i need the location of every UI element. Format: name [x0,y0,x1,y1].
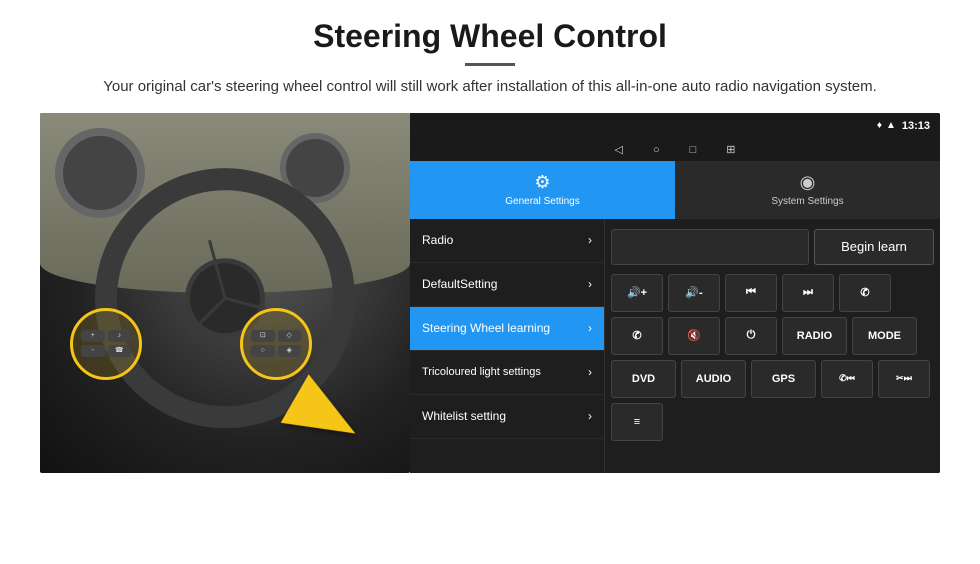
menu-whitelist-label: Whitelist setting [422,409,506,423]
radio-button[interactable]: RADIO [782,317,847,355]
menu-nav-icon[interactable]: ⊞ [726,143,735,156]
controls-row-4: ≡ [611,403,934,441]
menu-item-default[interactable]: DefaultSetting › [410,263,604,307]
android-panel: ♦ ▲ 13:13 ◁ ○ □ ⊞ ⚙ General Settings ◉ [410,113,940,473]
empty-input-box [611,229,809,265]
menu-steering-label: Steering Wheel learning [422,321,550,335]
menu-radio-chevron: › [588,233,592,247]
home-nav-icon[interactable]: ○ [653,144,660,156]
mode-button[interactable]: MODE [852,317,917,355]
left-button-cluster: + ♪ - ☎ [70,308,142,380]
mute-button[interactable]: 🔇 [668,317,720,355]
tab-general-settings[interactable]: ⚙ General Settings [410,161,675,219]
page-title: Steering Wheel Control [40,18,940,55]
location-icon: ♦ [877,120,882,131]
menu-tricoloured-label: Tricoloured light settings [422,365,541,379]
menu-item-radio[interactable]: Radio › [410,219,604,263]
dvd-button[interactable]: DVD [611,360,676,398]
menu-tricoloured-chevron: › [588,365,592,379]
system-settings-icon: ◉ [800,172,816,193]
list-icon-button[interactable]: ≡ [611,403,663,441]
cut-next-button[interactable]: ✂⏭ [878,360,930,398]
controls-row-3: DVD AUDIO GPS ✆⏮ ✂⏭ [611,360,934,398]
status-time: 13:13 [902,120,930,132]
controls-row-2: ✆ 🔇 ⏻ RADIO MODE [611,317,934,355]
main-content: Radio › DefaultSetting › Steering Wheel … [410,219,940,473]
menu-default-chevron: › [588,277,592,291]
menu-default-label: DefaultSetting [422,277,497,291]
title-section: Steering Wheel Control Your original car… [40,18,940,99]
tab-system-settings[interactable]: ◉ System Settings [675,161,940,219]
controls-row-1: 🔊+ 🔊- ⏮ ⏭ ✆ [611,274,934,312]
general-settings-icon: ⚙ [534,172,550,193]
nav-bar: ◁ ○ □ ⊞ [410,139,940,161]
menu-item-steering[interactable]: Steering Wheel learning › [410,307,604,351]
begin-learn-row: Begin learn [611,225,934,269]
menu-steering-chevron: › [588,321,592,335]
steering-wheel-image: + ♪ - ☎ ⊡ ◇ ○ ◈ [40,113,410,473]
settings-tabs: ⚙ General Settings ◉ System Settings [410,161,940,219]
begin-learn-button[interactable]: Begin learn [814,229,934,265]
right-button-cluster: ⊡ ◇ ○ ◈ [240,308,312,380]
menu-item-whitelist[interactable]: Whitelist setting › [410,395,604,439]
content-area: + ♪ - ☎ ⊡ ◇ ○ ◈ [40,113,940,473]
phone-prev-button[interactable]: ✆⏮ [821,360,873,398]
status-icons: ♦ ▲ [877,120,896,131]
back-nav-icon[interactable]: ◁ [615,143,623,156]
status-bar: ♦ ▲ 13:13 [410,113,940,139]
prev-track-button[interactable]: ⏮ [725,274,777,312]
title-divider [465,63,515,66]
menu-list: Radio › DefaultSetting › Steering Wheel … [410,219,605,473]
page-subtitle: Your original car's steering wheel contr… [40,76,940,99]
phone-button-1[interactable]: ✆ [839,274,891,312]
direction-arrow [290,383,380,443]
system-settings-label: System Settings [771,196,843,207]
menu-whitelist-chevron: › [588,409,592,423]
page-container: Steering Wheel Control Your original car… [0,0,980,483]
vol-down-button[interactable]: 🔊- [668,274,720,312]
audio-button[interactable]: AUDIO [681,360,746,398]
next-track-button[interactable]: ⏭ [782,274,834,312]
gps-button[interactable]: GPS [751,360,816,398]
controls-panel: Begin learn 🔊+ 🔊- ⏮ ⏭ ✆ ✆ 🔇 ⏻ [605,219,940,473]
menu-item-tricoloured[interactable]: Tricoloured light settings › [410,351,604,395]
menu-radio-label: Radio [422,233,453,247]
power-button[interactable]: ⏻ [725,317,777,355]
recents-nav-icon[interactable]: □ [690,144,697,156]
signal-icon: ▲ [886,120,896,131]
general-settings-label: General Settings [505,196,580,207]
answer-call-button[interactable]: ✆ [611,317,663,355]
vol-up-button[interactable]: 🔊+ [611,274,663,312]
